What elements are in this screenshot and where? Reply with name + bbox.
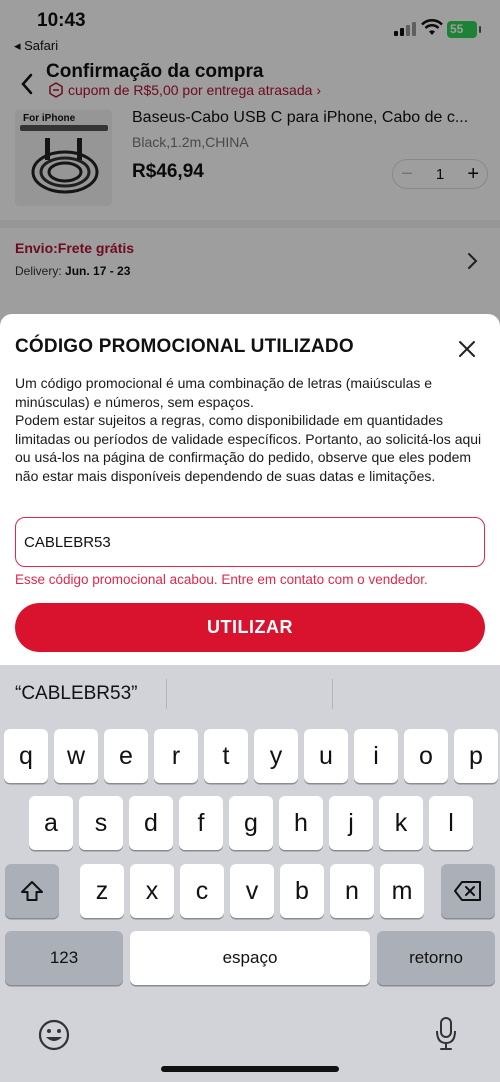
backspace-icon	[454, 881, 481, 901]
ios-keyboard: “CABLEBR53” qwertyuiop asdfghjkl zxcvbnm…	[0, 665, 500, 1082]
suggestion-item[interactable]: “CABLEBR53”	[15, 683, 138, 705]
key-z[interactable]: z	[80, 864, 124, 918]
key-u[interactable]: u	[304, 729, 348, 783]
key-m[interactable]: m	[380, 864, 424, 918]
close-icon[interactable]	[456, 338, 478, 360]
checkout-page: 10:43 ◂ Safari 55 Confirmação da compra …	[0, 0, 500, 330]
key-t[interactable]: t	[204, 729, 248, 783]
key-k[interactable]: k	[379, 796, 423, 850]
numbers-key[interactable]: 123	[5, 931, 123, 985]
key-x[interactable]: x	[130, 864, 174, 918]
key-n[interactable]: n	[330, 864, 374, 918]
shift-key[interactable]	[5, 864, 59, 918]
key-d[interactable]: d	[129, 796, 173, 850]
key-h[interactable]: h	[279, 796, 323, 850]
key-r[interactable]: r	[154, 729, 198, 783]
key-l[interactable]: l	[429, 796, 473, 850]
microphone-icon[interactable]	[434, 1016, 458, 1052]
key-j[interactable]: j	[329, 796, 373, 850]
return-key[interactable]: retorno	[377, 931, 495, 985]
key-c[interactable]: c	[180, 864, 224, 918]
suggestion-divider	[166, 679, 167, 709]
key-y[interactable]: y	[254, 729, 298, 783]
key-i[interactable]: i	[354, 729, 398, 783]
key-q[interactable]: q	[4, 729, 48, 783]
emoji-icon[interactable]	[37, 1018, 71, 1052]
backspace-key[interactable]	[441, 864, 495, 918]
space-key[interactable]: espaço	[130, 931, 370, 985]
apply-promo-button[interactable]: UTILIZAR	[15, 603, 485, 652]
key-f[interactable]: f	[179, 796, 223, 850]
key-v[interactable]: v	[230, 864, 274, 918]
promo-description: Um código promocional é uma combinação d…	[15, 375, 482, 484]
key-e[interactable]: e	[104, 729, 148, 783]
promo-error-message: Esse código promocional acabou. Entre em…	[15, 572, 428, 587]
key-p[interactable]: p	[454, 729, 498, 783]
predictive-bar: “CABLEBR53”	[0, 665, 500, 725]
promo-code-sheet: CÓDIGO PROMOCIONAL UTILIZADO Um código p…	[0, 314, 500, 666]
key-w[interactable]: w	[54, 729, 98, 783]
key-s[interactable]: s	[79, 796, 123, 850]
sheet-title: CÓDIGO PROMOCIONAL UTILIZADO	[15, 336, 354, 357]
suggestion-divider	[332, 679, 333, 709]
home-indicator	[161, 1066, 339, 1072]
shift-icon	[21, 881, 43, 901]
key-o[interactable]: o	[404, 729, 448, 783]
key-a[interactable]: a	[29, 796, 73, 850]
key-b[interactable]: b	[280, 864, 324, 918]
key-g[interactable]: g	[229, 796, 273, 850]
modal-backdrop[interactable]	[0, 0, 500, 330]
promo-code-input[interactable]	[15, 517, 485, 567]
